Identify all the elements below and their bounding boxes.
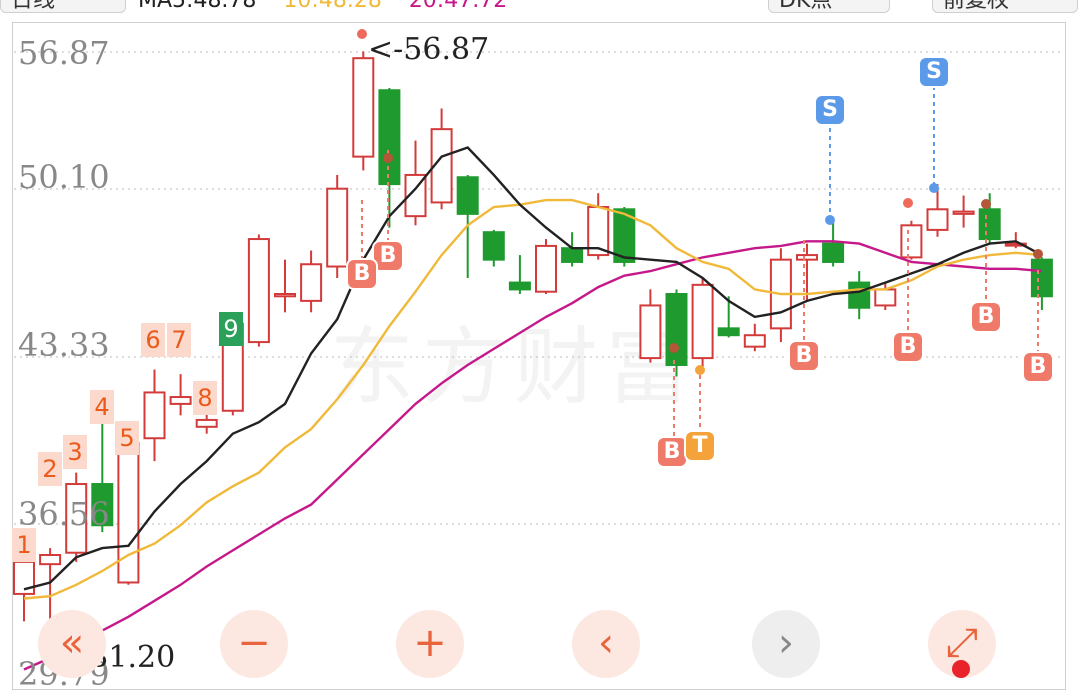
candle-body [456,176,479,215]
sequence-label-5: 5 [115,421,139,455]
sequence-label-4: 4 [90,390,114,424]
candle-body [639,304,662,360]
signal-dot [825,215,835,225]
buy-signal-tag[interactable]: B [658,438,686,466]
buy-signal-tag[interactable]: B [374,242,402,270]
signal-dot [981,199,991,209]
candle-body [874,288,897,307]
sequence-label-6: 6 [141,323,165,357]
fast-rewind-button[interactable]: « [38,610,106,678]
sequence-label-3: 3 [63,435,87,469]
zoom-in-button[interactable]: + [396,610,464,678]
signal-dot [903,198,913,208]
candle-body [326,187,349,268]
candle-body [822,242,845,263]
candle-body [743,334,766,348]
sequence-label-8: 8 [193,381,217,415]
sell-signal-tag[interactable]: S [816,96,844,124]
scroll-left-button[interactable]: ‹ [572,610,640,678]
sequence-label-1: 1 [12,528,36,562]
candle-body [926,208,949,231]
zoom-out-button[interactable]: − [220,610,288,678]
signal-dot [929,183,939,193]
candle-body [508,281,531,291]
buy-signal-tag[interactable]: B [348,260,376,288]
candle-body [247,238,270,344]
candle-body [665,293,688,366]
ma5-line [23,146,1043,591]
signal-dot [669,343,679,353]
signal-dot [357,29,367,39]
buy-signal-tag[interactable]: B [1024,353,1052,381]
candle-body [900,224,923,259]
high-price-marker: <-56.87 [368,32,490,67]
scroll-right-button[interactable]: › [752,610,820,678]
signal-dot [695,365,705,375]
candle-body [1030,258,1053,298]
candle-body [535,244,557,293]
y-label-50-10: 50.10 [18,158,110,196]
candle-body [300,263,323,302]
candle-body [848,281,871,309]
sell-signal-tag[interactable]: S [920,58,948,86]
candle-body [978,208,1001,241]
candle-body [561,247,584,263]
candle-body [482,231,505,261]
sequence-label-7: 7 [167,323,191,357]
buy-signal-tag[interactable]: B [894,333,922,361]
candle-body [796,254,818,261]
candle-body [274,293,296,298]
candle-body [378,89,401,186]
signal-dot [383,153,393,163]
candle-body [195,418,218,428]
y-label-56-87: 56.87 [18,34,110,72]
notification-dot [952,660,970,678]
y-label-43-33: 43.33 [18,326,110,364]
candle-body [691,283,714,360]
candle-body [169,396,192,405]
candle-body [39,554,62,566]
candle-body [143,391,166,440]
candle-body [352,57,375,158]
sequence-label-2: 2 [38,452,62,486]
candle-body [117,441,140,584]
buy-signal-tag[interactable]: B [790,342,818,370]
candle-body [952,210,975,215]
buy-signal-tag[interactable]: B [972,303,1000,331]
t-signal-tag[interactable]: T [686,432,714,460]
signal-dot [1033,249,1043,259]
sequence-label-9: 9 [219,312,243,346]
candle-body [717,327,740,337]
